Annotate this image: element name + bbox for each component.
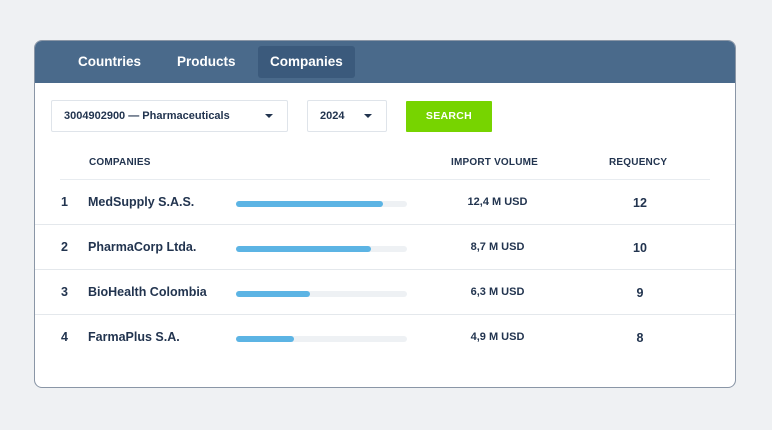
product-select-value: 3004902900 — Pharmaceuticals <box>64 110 230 122</box>
search-button[interactable]: SEARCH <box>406 101 492 132</box>
tab-countries[interactable]: Countries <box>66 46 153 78</box>
import-volume-value: 8,7 M USD <box>470 241 525 253</box>
column-header-import-volume: IMPORT VOLUME <box>451 157 539 168</box>
table-row[interactable]: 4 FarmaPlus S.A. 4,9 M USD 8 <box>35 315 735 359</box>
tab-bar: Countries Products Companies <box>35 41 735 83</box>
import-volume-value: 12,4 M USD <box>467 196 528 208</box>
import-share-bar <box>236 246 407 252</box>
company-name[interactable]: MedSupply S.A.S. <box>88 195 194 209</box>
frequency-value: 12 <box>633 196 647 210</box>
frequency-value: 10 <box>633 241 647 255</box>
import-volume-value: 4,9 M USD <box>470 331 525 343</box>
import-share-bar <box>236 291 407 297</box>
caret-down-icon <box>364 114 372 118</box>
year-select-value: 2024 <box>320 110 345 122</box>
import-share-bar-fill <box>236 246 372 252</box>
table-row[interactable]: 2 PharmaCorp Ltda. 8,7 M USD 10 <box>35 225 735 270</box>
tab-products[interactable]: Products <box>165 46 248 78</box>
import-share-bar-fill <box>236 336 295 342</box>
table-row[interactable]: 3 BioHealth Colombia 6,3 M USD 9 <box>35 270 735 315</box>
row-rank: 1 <box>61 195 68 209</box>
company-name[interactable]: PharmaCorp Ltda. <box>88 240 196 254</box>
table-row[interactable]: 1 MedSupply S.A.S. 12,4 M USD 12 <box>35 180 735 225</box>
caret-down-icon <box>265 114 273 118</box>
import-share-bar <box>236 201 407 207</box>
year-select[interactable]: 2024 <box>307 100 387 132</box>
companies-panel: Countries Products Companies 3004902900 … <box>34 40 736 388</box>
tab-companies[interactable]: Companies <box>258 46 355 78</box>
company-name[interactable]: FarmaPlus S.A. <box>88 330 180 344</box>
table-body: 1 MedSupply S.A.S. 12,4 M USD 12 2 PharmaCorp… <box>35 180 735 359</box>
import-share-bar <box>236 336 407 342</box>
table-header: COMPANIES IMPORT VOLUME REQUENCY <box>60 143 710 180</box>
frequency-value: 8 <box>636 331 644 345</box>
import-share-bar-fill <box>236 201 384 207</box>
row-rank: 3 <box>61 285 68 299</box>
company-name[interactable]: BioHealth Colombia <box>88 285 207 299</box>
filter-controls: 3004902900 — Pharmaceuticals 2024 SEARCH <box>35 83 735 143</box>
row-rank: 2 <box>61 240 68 254</box>
import-volume-value: 6,3 M USD <box>470 286 525 298</box>
row-rank: 4 <box>61 330 68 344</box>
column-header-frequency: REQUENCY <box>609 157 668 168</box>
frequency-value: 9 <box>636 286 644 300</box>
import-share-bar-fill <box>236 291 310 297</box>
product-select[interactable]: 3004902900 — Pharmaceuticals <box>51 100 288 132</box>
column-header-companies: COMPANIES <box>89 157 151 168</box>
